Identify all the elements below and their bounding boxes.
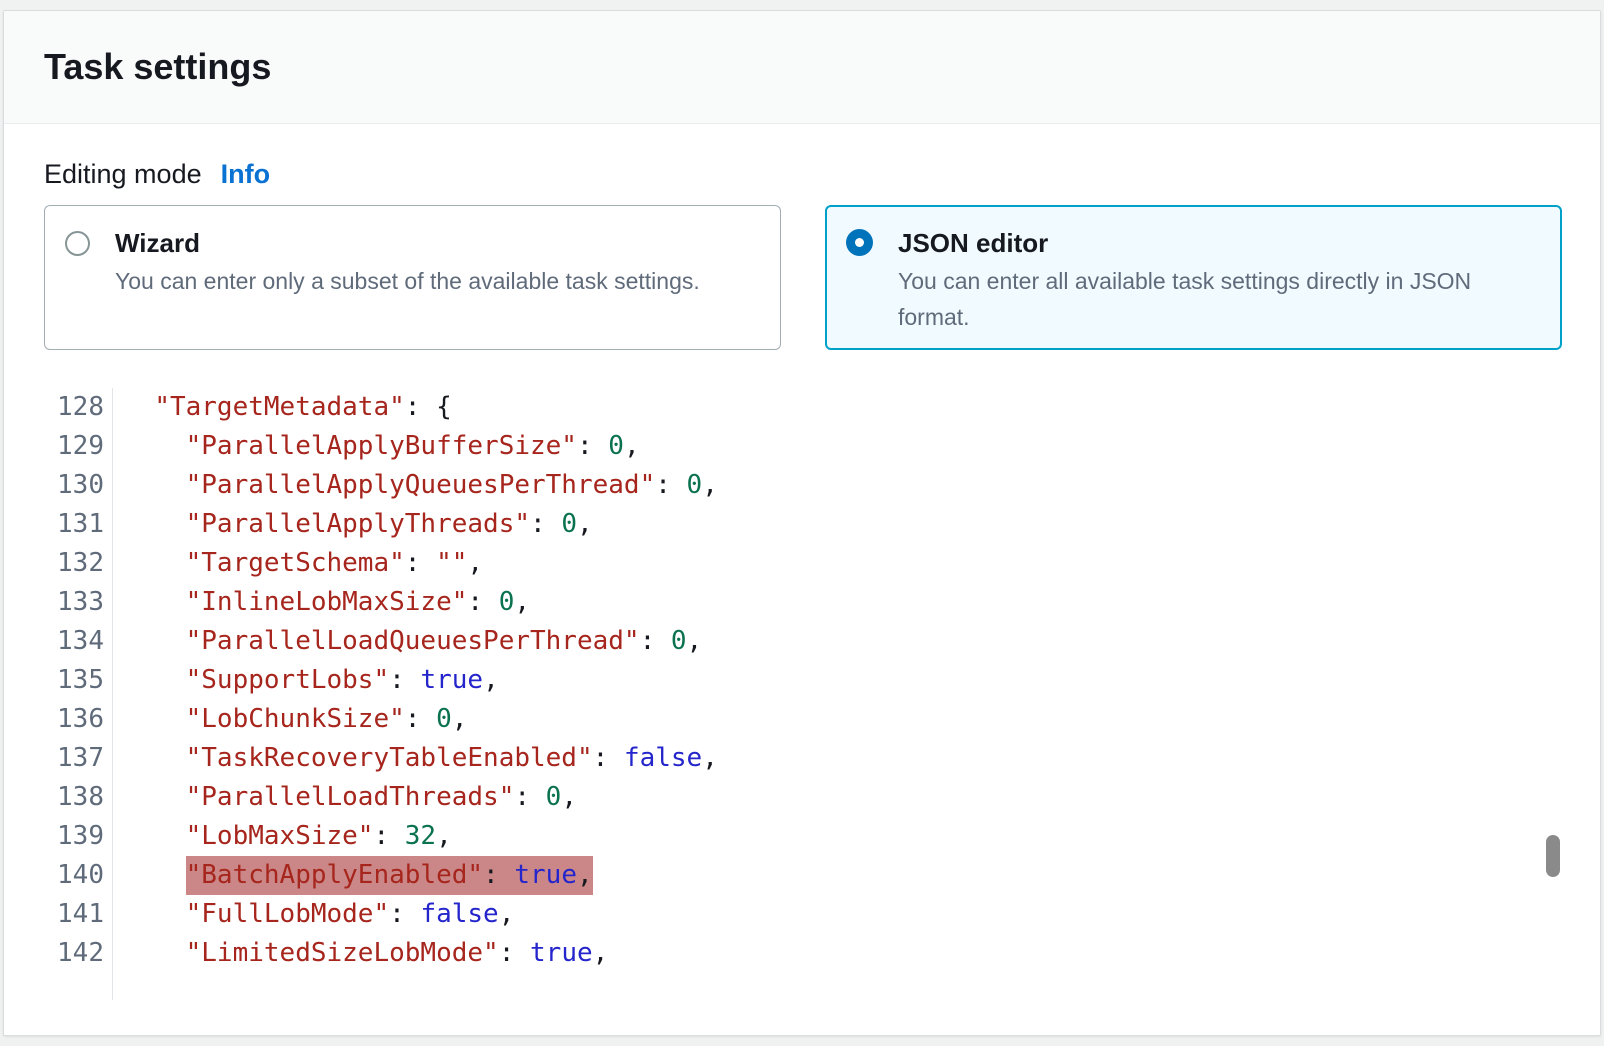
- code-line: 136 "LobChunkSize": 0,: [44, 700, 1562, 739]
- line-number: 135: [44, 661, 112, 700]
- scrollbar-thumb[interactable]: [1546, 835, 1560, 877]
- code-line: 130 "ParallelApplyQueuesPerThread": 0,: [44, 466, 1562, 505]
- tile-title: Wizard: [115, 227, 700, 260]
- code-line: 128 "TargetMetadata": {: [44, 388, 1562, 427]
- code-line: 134 "ParallelLoadQueuesPerThread": 0,: [44, 622, 1562, 661]
- editing-mode-label: Editing mode: [44, 160, 202, 188]
- code-line: 142 "LimitedSizeLobMode": true,: [44, 934, 1562, 973]
- code-line-content: "InlineLobMaxSize": 0,: [112, 583, 530, 622]
- line-number: 142: [44, 934, 112, 973]
- code-line-content: "BatchApplyEnabled": true,: [112, 856, 593, 895]
- code-line-content: "ParallelApplyBufferSize": 0,: [112, 427, 640, 466]
- tile-wizard-content: Wizard You can enter only a subset of th…: [115, 227, 700, 328]
- code-line-content: "ParallelApplyThreads": 0,: [112, 505, 593, 544]
- code-line-content: "TargetSchema": "",: [112, 544, 483, 583]
- container-header: Task settings: [4, 11, 1600, 124]
- code-line: 132 "TargetSchema": "",: [44, 544, 1562, 583]
- radio-selected-icon[interactable]: [846, 229, 873, 256]
- line-number: 129: [44, 427, 112, 466]
- line-number: 137: [44, 739, 112, 778]
- line-number: 140: [44, 856, 112, 895]
- code-line-content: "FullLobMode": false,: [112, 895, 514, 934]
- code-line: 135 "SupportLobs": true,: [44, 661, 1562, 700]
- code-line-content: "SupportLobs": true,: [112, 661, 499, 700]
- code-line-content: "TargetMetadata": {: [112, 388, 452, 427]
- search-highlight: "BatchApplyEnabled": true,: [186, 856, 593, 895]
- line-number: 139: [44, 817, 112, 856]
- line-number: 131: [44, 505, 112, 544]
- line-number: 130: [44, 466, 112, 505]
- tile-description: You can enter only a subset of the avail…: [115, 263, 700, 299]
- code-line-content: "TaskRecoveryTableEnabled": false,: [112, 739, 718, 778]
- line-number: 133: [44, 583, 112, 622]
- code-line: 137 "TaskRecoveryTableEnabled": false,: [44, 739, 1562, 778]
- tile-wizard[interactable]: Wizard You can enter only a subset of th…: [44, 205, 781, 350]
- code-line: 141 "FullLobMode": false,: [44, 895, 1562, 934]
- code-line-content: "ParallelApplyQueuesPerThread": 0,: [112, 466, 718, 505]
- code-line: 139 "LobMaxSize": 32,: [44, 817, 1562, 856]
- task-settings-container: Task settings Editing mode Info Wizard Y…: [3, 10, 1601, 1036]
- editing-mode-tiles: Wizard You can enter only a subset of th…: [44, 205, 1562, 350]
- tile-title: JSON editor: [898, 227, 1471, 260]
- line-number: 132: [44, 544, 112, 583]
- tile-description-line: format.: [898, 299, 1471, 335]
- tile-description-line: You can enter all available task setting…: [898, 263, 1471, 299]
- tile-json-editor[interactable]: JSON editor You can enter all available …: [825, 205, 1562, 350]
- line-number: 136: [44, 700, 112, 739]
- page-title: Task settings: [44, 45, 1560, 89]
- tile-json-editor-content: JSON editor You can enter all available …: [898, 227, 1471, 328]
- info-link[interactable]: Info: [221, 160, 270, 188]
- line-number: 134: [44, 622, 112, 661]
- line-number: 138: [44, 778, 112, 817]
- code-line: 131 "ParallelApplyThreads": 0,: [44, 505, 1562, 544]
- code-line: 138 "ParallelLoadThreads": 0,: [44, 778, 1562, 817]
- code-lines: 128 "TargetMetadata": {129 "ParallelAppl…: [44, 388, 1562, 973]
- code-line: 133 "InlineLobMaxSize": 0,: [44, 583, 1562, 622]
- code-line: 140 "BatchApplyEnabled": true,: [44, 856, 1562, 895]
- code-line: 129 "ParallelApplyBufferSize": 0,: [44, 427, 1562, 466]
- radio-unselected-icon[interactable]: [65, 231, 90, 256]
- line-number: 128: [44, 388, 112, 427]
- code-line-content: "LobChunkSize": 0,: [112, 700, 467, 739]
- container-body: Editing mode Info Wizard You can enter o…: [4, 124, 1600, 1000]
- json-code-editor[interactable]: 128 "TargetMetadata": {129 "ParallelAppl…: [44, 388, 1562, 1000]
- editing-mode-label-row: Editing mode Info: [44, 160, 1560, 188]
- tile-description: You can enter all available task setting…: [898, 263, 1471, 335]
- code-line-content: "ParallelLoadThreads": 0,: [112, 778, 577, 817]
- code-line-content: "LimitedSizeLobMode": true,: [112, 934, 608, 973]
- line-number: 141: [44, 895, 112, 934]
- code-line-content: "ParallelLoadQueuesPerThread": 0,: [112, 622, 702, 661]
- code-line-content: "LobMaxSize": 32,: [112, 817, 452, 856]
